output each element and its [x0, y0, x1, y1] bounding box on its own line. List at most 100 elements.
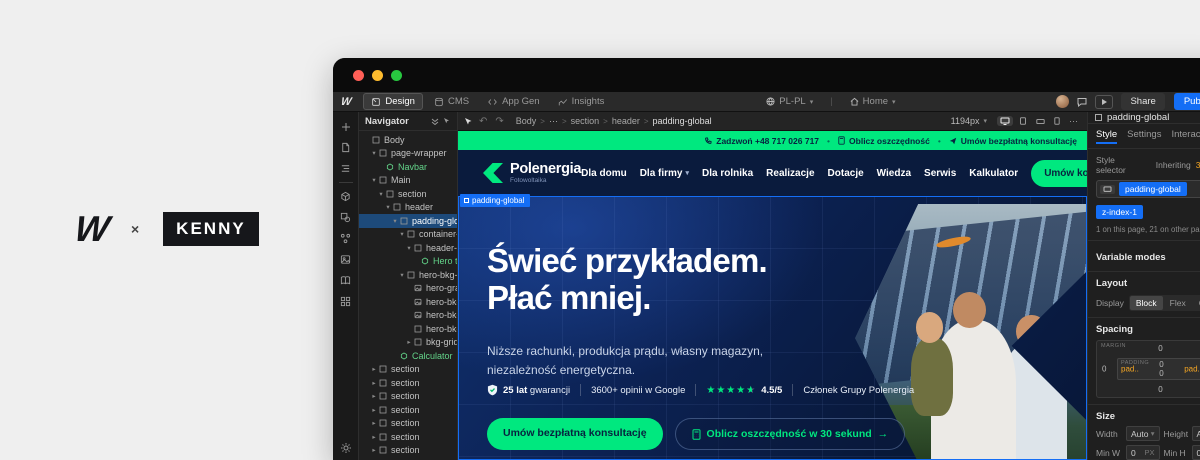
margin-bottom-value[interactable]: 0 — [1158, 385, 1162, 394]
menu-item-dla-rolnika[interactable]: Dla rolnika — [702, 168, 753, 179]
navigator-item-container-global[interactable]: ▾ container-global — [359, 228, 457, 242]
menu-item-realizacje[interactable]: Realizacje — [766, 168, 814, 179]
navigator-item-hero-bkg-asset[interactable]: hero-bkg-asset — [359, 295, 457, 309]
zoom-window-button[interactable] — [391, 70, 402, 81]
display-option-block[interactable]: Block — [1129, 296, 1163, 310]
navigator-item-navbar[interactable]: Navbar — [359, 160, 457, 174]
navigator-item-section[interactable]: ▸ section — [359, 444, 457, 458]
padding-right-value[interactable]: pad.. — [1184, 365, 1200, 374]
navigator-item-section[interactable]: ▸ section — [359, 417, 457, 431]
rail-libraries-button[interactable] — [336, 270, 356, 291]
display-option-flex[interactable]: Flex — [1164, 296, 1192, 310]
navigator-item-hero-gradient[interactable]: hero-gradient — [359, 282, 457, 296]
display-option-grid[interactable]: Grid — [1193, 296, 1200, 310]
tree-caret-icon[interactable]: ▾ — [384, 203, 392, 211]
margin-top-value[interactable]: 0 — [1158, 344, 1162, 353]
breadcrumb-item[interactable]: Body — [516, 116, 537, 126]
breakpoint-more-icon[interactable]: ⋯ — [1066, 115, 1081, 128]
tree-caret-icon[interactable]: ▾ — [377, 190, 385, 198]
size-input-width[interactable]: Auto ▾ — [1126, 426, 1160, 441]
navigator-item-calculator[interactable]: Calculator — [359, 349, 457, 363]
navigator-item-main[interactable]: ▾ Main — [359, 174, 457, 188]
size-input-min-w[interactable]: 0 PX — [1126, 445, 1160, 460]
navigator-item-section[interactable]: ▾ section — [359, 187, 457, 201]
style-panel-tab-interactions[interactable]: Interactions — [1171, 129, 1200, 144]
toolbar-tab-design[interactable]: Design — [363, 93, 423, 110]
navigator-item-section[interactable]: ▸ section — [359, 390, 457, 404]
tree-caret-icon[interactable]: ▸ — [370, 419, 378, 427]
rail-apps-button[interactable] — [336, 291, 356, 312]
menu-item-wiedza[interactable]: Wiedza — [877, 168, 911, 179]
navigator-item-body[interactable]: Body — [359, 133, 457, 147]
user-avatar[interactable] — [1056, 95, 1070, 108]
breadcrumb-item[interactable]: padding-global — [653, 116, 712, 126]
nav-cta-button[interactable]: Umów konsultację — [1031, 159, 1087, 187]
variable-modes-section[interactable]: Variable modes — [1096, 252, 1166, 263]
rail-variables-button[interactable] — [336, 228, 356, 249]
announce-link[interactable]: Oblicz oszczędność — [838, 136, 930, 146]
navigator-item-section[interactable]: ▸ section — [359, 376, 457, 390]
tree-caret-icon[interactable]: ▸ — [370, 406, 378, 414]
menu-item-dla-firmy[interactable]: Dla firmy ▾ — [640, 168, 689, 179]
select-tool-icon[interactable] — [464, 117, 473, 126]
page-selector[interactable]: Home ▾ — [843, 94, 903, 109]
navigator-item-hero-bkg-overlay[interactable]: hero-bkg-overlay — [359, 322, 457, 336]
menu-item-dotacje[interactable]: Dotacje — [828, 168, 864, 179]
close-window-button[interactable] — [353, 70, 364, 81]
rail-assets-button[interactable] — [336, 207, 356, 228]
breakpoint-phone-icon[interactable] — [1051, 116, 1063, 126]
padding-top-value[interactable]: 0 — [1159, 360, 1163, 369]
padding-left-value[interactable]: pad.. — [1121, 365, 1139, 374]
tree-caret-icon[interactable]: ▾ — [391, 217, 399, 225]
navigator-item-page-wrapper[interactable]: ▾ page-wrapper — [359, 147, 457, 161]
navigator-item-bkg-grid-wrap[interactable]: ▸ bkg-grid-wrap — [359, 336, 457, 350]
announce-link[interactable]: Umów bezpłatną konsultację — [949, 136, 1077, 146]
pin-panel-icon[interactable] — [443, 117, 451, 125]
size-input-height[interactable]: Auto — [1191, 426, 1200, 441]
navigator-item-header-conta-[interactable]: ▾ header-conta.. — [359, 241, 457, 255]
webflow-menu-icon[interactable]: W — [340, 96, 352, 108]
selected-element-label[interactable]: padding-global — [460, 194, 530, 207]
polenergia-logo[interactable]: Polenergia Fotowoltaika — [483, 161, 581, 185]
rail-settings-button[interactable] — [336, 437, 356, 458]
size-input-min-h[interactable]: 0 — [1191, 445, 1200, 460]
hero-cta-secondary-button[interactable]: Oblicz oszczędność w 30 sekund → — [674, 418, 906, 450]
preview-button[interactable] — [1095, 94, 1114, 109]
redo-icon[interactable]: ↷ — [495, 116, 503, 127]
toolbar-tab-cms[interactable]: CMS — [427, 93, 476, 110]
menu-item-dla-domu[interactable]: Dla domu — [581, 168, 627, 179]
rail-navigator-list-button[interactable] — [336, 158, 356, 179]
tree-caret-icon[interactable]: ▸ — [370, 433, 378, 441]
navigator-item-hero-text-b-[interactable]: Hero text b.. — [359, 255, 457, 269]
tree-caret-icon[interactable]: ▾ — [398, 271, 406, 279]
minimize-window-button[interactable] — [372, 70, 383, 81]
menu-item-serwis[interactable]: Serwis — [924, 168, 956, 179]
breadcrumb-item[interactable]: section — [571, 116, 600, 126]
tree-caret-icon[interactable]: ▸ — [370, 365, 378, 373]
tree-caret-icon[interactable]: ▸ — [370, 392, 378, 400]
menu-item-kalkulator[interactable]: Kalkulator — [969, 168, 1018, 179]
tree-caret-icon[interactable]: ▸ — [370, 379, 378, 387]
navigator-item-header[interactable]: ▾ header — [359, 201, 457, 215]
rail-add-button[interactable] — [336, 116, 356, 137]
publish-button[interactable]: Publish — [1173, 93, 1200, 110]
padding-control[interactable]: PADDING 0 0 pad.. pad.. — [1117, 358, 1200, 380]
collapse-all-icon[interactable] — [431, 117, 439, 125]
toolbar-tab-insights[interactable]: Insights — [551, 93, 612, 110]
breadcrumb-item[interactable]: header — [612, 116, 640, 126]
tree-caret-icon[interactable]: ▾ — [405, 244, 413, 252]
share-button[interactable]: Share — [1121, 93, 1165, 110]
toolbar-tab-app-gen[interactable]: App Gen — [480, 93, 547, 110]
tree-caret-icon[interactable]: ▸ — [405, 338, 413, 346]
canvas-width-value[interactable]: 1194px — [951, 116, 980, 126]
breakpoint-phone-landscape-icon[interactable] — [1033, 117, 1048, 126]
style-panel-tab-style[interactable]: Style — [1096, 129, 1118, 144]
hero-cta-primary-button[interactable]: Umów bezpłatną konsultację — [487, 418, 663, 450]
breakpoint-desktop-icon[interactable] — [997, 116, 1013, 126]
tree-caret-icon[interactable]: ▾ — [398, 230, 406, 238]
breakpoint-tablet-icon[interactable] — [1016, 116, 1030, 126]
state-chip[interactable]: z-index-1 — [1096, 205, 1143, 219]
padding-bottom-value[interactable]: 0 — [1159, 369, 1163, 378]
navigator-item-hero-bkg-as-[interactable]: hero-bkg-as.. — [359, 309, 457, 323]
navigator-item-section[interactable]: ▸ section — [359, 403, 457, 417]
